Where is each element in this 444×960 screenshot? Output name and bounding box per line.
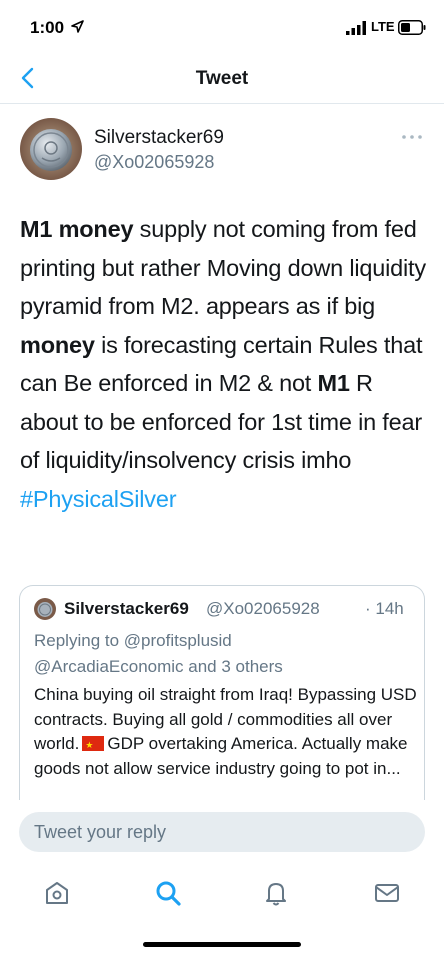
hashtag-link[interactable]: #PhysicalSilver: [20, 486, 177, 512]
more-options-icon[interactable]: [400, 132, 424, 142]
quoted-tweet-card[interactable]: Silverstacker69 @Xo02065928 · 14h Replyi…: [19, 585, 425, 800]
china-flag-icon: [82, 733, 105, 758]
coin-avatar-image: [34, 598, 56, 620]
tweet-text-bold: M1 money: [20, 216, 134, 242]
location-arrow-icon: [71, 20, 84, 33]
tweet-text-bold: M1: [317, 370, 350, 396]
avatar[interactable]: [20, 118, 82, 180]
status-time: 1:00: [30, 18, 65, 37]
page-title: Tweet: [195, 68, 249, 89]
home-icon[interactable]: [42, 878, 72, 908]
tweet-text: M1 money supply not coming from fed prin…: [20, 210, 430, 518]
author-handle[interactable]: @Xo02065928: [94, 152, 214, 173]
tweet-author: Silverstacker69 @Xo02065928: [0, 114, 444, 194]
reply-placeholder: Tweet your reply: [34, 822, 167, 842]
quoted-tweet-text: China buying oil straight from Iraq! Byp…: [34, 683, 418, 781]
search-icon[interactable]: [153, 878, 183, 908]
author-name[interactable]: Silverstacker69: [94, 127, 224, 149]
mention-link[interactable]: @profitsplusid: [124, 631, 232, 650]
replying-to: Replying to @profitsplusid @ArcadiaEconom…: [34, 628, 414, 680]
reply-input[interactable]: Tweet your reply: [19, 812, 425, 852]
network-type: LTE: [371, 19, 395, 34]
tweet-text-bold: money: [20, 331, 95, 358]
quoted-timestamp: · 14h: [365, 599, 404, 618]
notifications-bell-icon[interactable]: [261, 878, 291, 908]
nav-bar: Tweet: [0, 52, 444, 104]
quoted-author-name: Silverstacker69: [64, 599, 189, 618]
battery-icon: [398, 20, 426, 35]
coin-avatar-image: [20, 118, 82, 180]
replying-to-prefix: Replying to: [34, 631, 124, 650]
messages-envelope-icon[interactable]: [372, 878, 402, 908]
mention-link[interactable]: @ArcadiaEconomic and 3 others: [34, 657, 283, 676]
bottom-tab-bar: [0, 868, 444, 918]
status-bar: 1:00 LTE: [0, 0, 444, 52]
home-indicator[interactable]: [143, 942, 301, 947]
quoted-author-handle: @Xo02065928: [206, 599, 320, 618]
quoted-avatar: [34, 598, 56, 620]
signal-bars-icon: [346, 21, 366, 35]
